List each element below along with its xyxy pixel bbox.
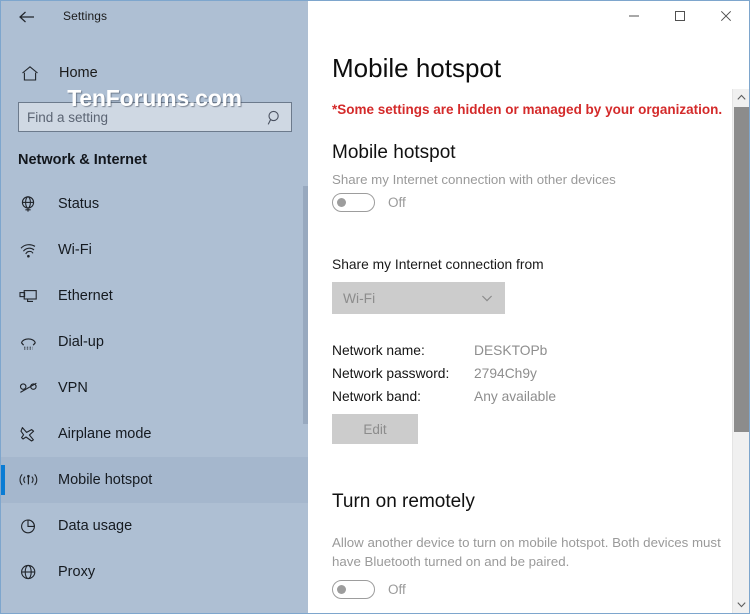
detail-value: Any available (474, 389, 557, 404)
detail-value: DESKTOPb (474, 343, 548, 358)
pie-chart-icon (16, 517, 40, 535)
share-from-dropdown[interactable]: Wi-Fi (332, 282, 505, 314)
network-details: Network name: DESKTOPb Network password:… (332, 339, 556, 408)
network-detail-row: Network name: DESKTOPb (332, 339, 556, 362)
sidebar-item-status[interactable]: Status (1, 181, 308, 227)
hotspot-section-description: Share my Internet connection with other … (332, 172, 616, 187)
main-pane: Mobile hotspot *Some settings are hidden… (308, 1, 749, 613)
sidebar-item-label: VPN (58, 380, 88, 396)
sidebar-item-label: Mobile hotspot (58, 472, 153, 488)
remote-toggle-row[interactable]: Off (332, 580, 406, 599)
sidebar-item-proxy[interactable]: Proxy (1, 549, 308, 595)
sidebar-home-label: Home (59, 65, 98, 81)
hotspot-toggle-state: Off (388, 195, 406, 210)
wifi-icon (16, 242, 40, 259)
search-icon[interactable] (265, 108, 285, 128)
remote-toggle[interactable] (332, 580, 375, 599)
detail-label: Network password: (332, 366, 450, 381)
sidebar-item-ethernet[interactable]: Ethernet (1, 273, 308, 319)
scroll-down-icon[interactable] (733, 596, 749, 613)
sidebar: Settings Home TenForums.com Network & In… (1, 1, 308, 613)
window-controls (611, 1, 749, 31)
network-detail-row: Network password: 2794Ch9y (332, 362, 556, 385)
window-title: Settings (63, 9, 108, 23)
remote-toggle-state: Off (388, 582, 406, 597)
edit-button[interactable]: Edit (332, 414, 418, 444)
search-box[interactable] (18, 102, 292, 132)
sidebar-item-label: Wi-Fi (58, 242, 92, 258)
settings-window: Settings Home TenForums.com Network & In… (0, 0, 750, 614)
sidebar-titlebar: Settings (1, 1, 308, 33)
vpn-icon (16, 380, 40, 396)
scrollbar-thumb[interactable] (734, 107, 749, 432)
toggle-knob (337, 585, 346, 594)
globe-status-icon (16, 195, 40, 214)
organization-warning: *Some settings are hidden or managed by … (332, 102, 723, 117)
sidebar-item-home[interactable]: Home (1, 58, 308, 88)
sidebar-item-label: Proxy (58, 564, 96, 580)
sidebar-item-label: Data usage (58, 518, 133, 534)
remote-section-description: Allow another device to turn on mobile h… (332, 535, 721, 569)
network-detail-row: Network band: Any available (332, 385, 556, 408)
hotspot-toggle-row[interactable]: Off (332, 193, 406, 212)
back-arrow-icon[interactable] (13, 5, 41, 29)
hotspot-section-heading: Mobile hotspot (332, 142, 456, 163)
sidebar-category-heading: Network & Internet (18, 152, 147, 168)
sidebar-item-dialup[interactable]: Dial-up (1, 319, 308, 365)
sidebar-item-label: Status (58, 196, 100, 212)
search-input[interactable] (19, 103, 259, 131)
chevron-down-icon (480, 291, 494, 305)
close-icon[interactable] (703, 1, 749, 31)
detail-value: 2794Ch9y (474, 366, 537, 381)
sidebar-item-data-usage[interactable]: Data usage (1, 503, 308, 549)
sidebar-item-label: Dial-up (58, 334, 104, 350)
selection-accent-bar (1, 465, 5, 495)
globe-icon (16, 563, 40, 581)
minimize-icon[interactable] (611, 1, 657, 31)
detail-label: Network name: (332, 343, 425, 358)
page-title: Mobile hotspot (332, 53, 502, 83)
hotspot-icon (16, 471, 40, 489)
home-icon (18, 65, 42, 82)
main-scrollbar[interactable] (732, 89, 749, 613)
dialup-icon (16, 334, 40, 351)
airplane-icon (16, 425, 40, 443)
sidebar-nav: Status Wi-Fi Ethernet Dial-up VPN Airpla… (1, 181, 308, 595)
sidebar-item-mobile-hotspot[interactable]: Mobile hotspot (1, 457, 308, 503)
maximize-icon[interactable] (657, 1, 703, 31)
detail-label: Network band: (332, 389, 421, 404)
sidebar-item-airplane-mode[interactable]: Airplane mode (1, 411, 308, 457)
ethernet-icon (16, 288, 40, 305)
hotspot-toggle[interactable] (332, 193, 375, 212)
sidebar-item-label: Ethernet (58, 288, 113, 304)
remote-section-heading: Turn on remotely (332, 491, 475, 512)
toggle-knob (337, 198, 346, 207)
sidebar-item-wifi[interactable]: Wi-Fi (1, 227, 308, 273)
share-from-selected-value: Wi-Fi (343, 290, 376, 306)
scroll-up-icon[interactable] (733, 89, 749, 106)
sidebar-item-label: Airplane mode (58, 426, 152, 442)
sidebar-item-vpn[interactable]: VPN (1, 365, 308, 411)
share-from-label: Share my Internet connection from (332, 257, 544, 272)
